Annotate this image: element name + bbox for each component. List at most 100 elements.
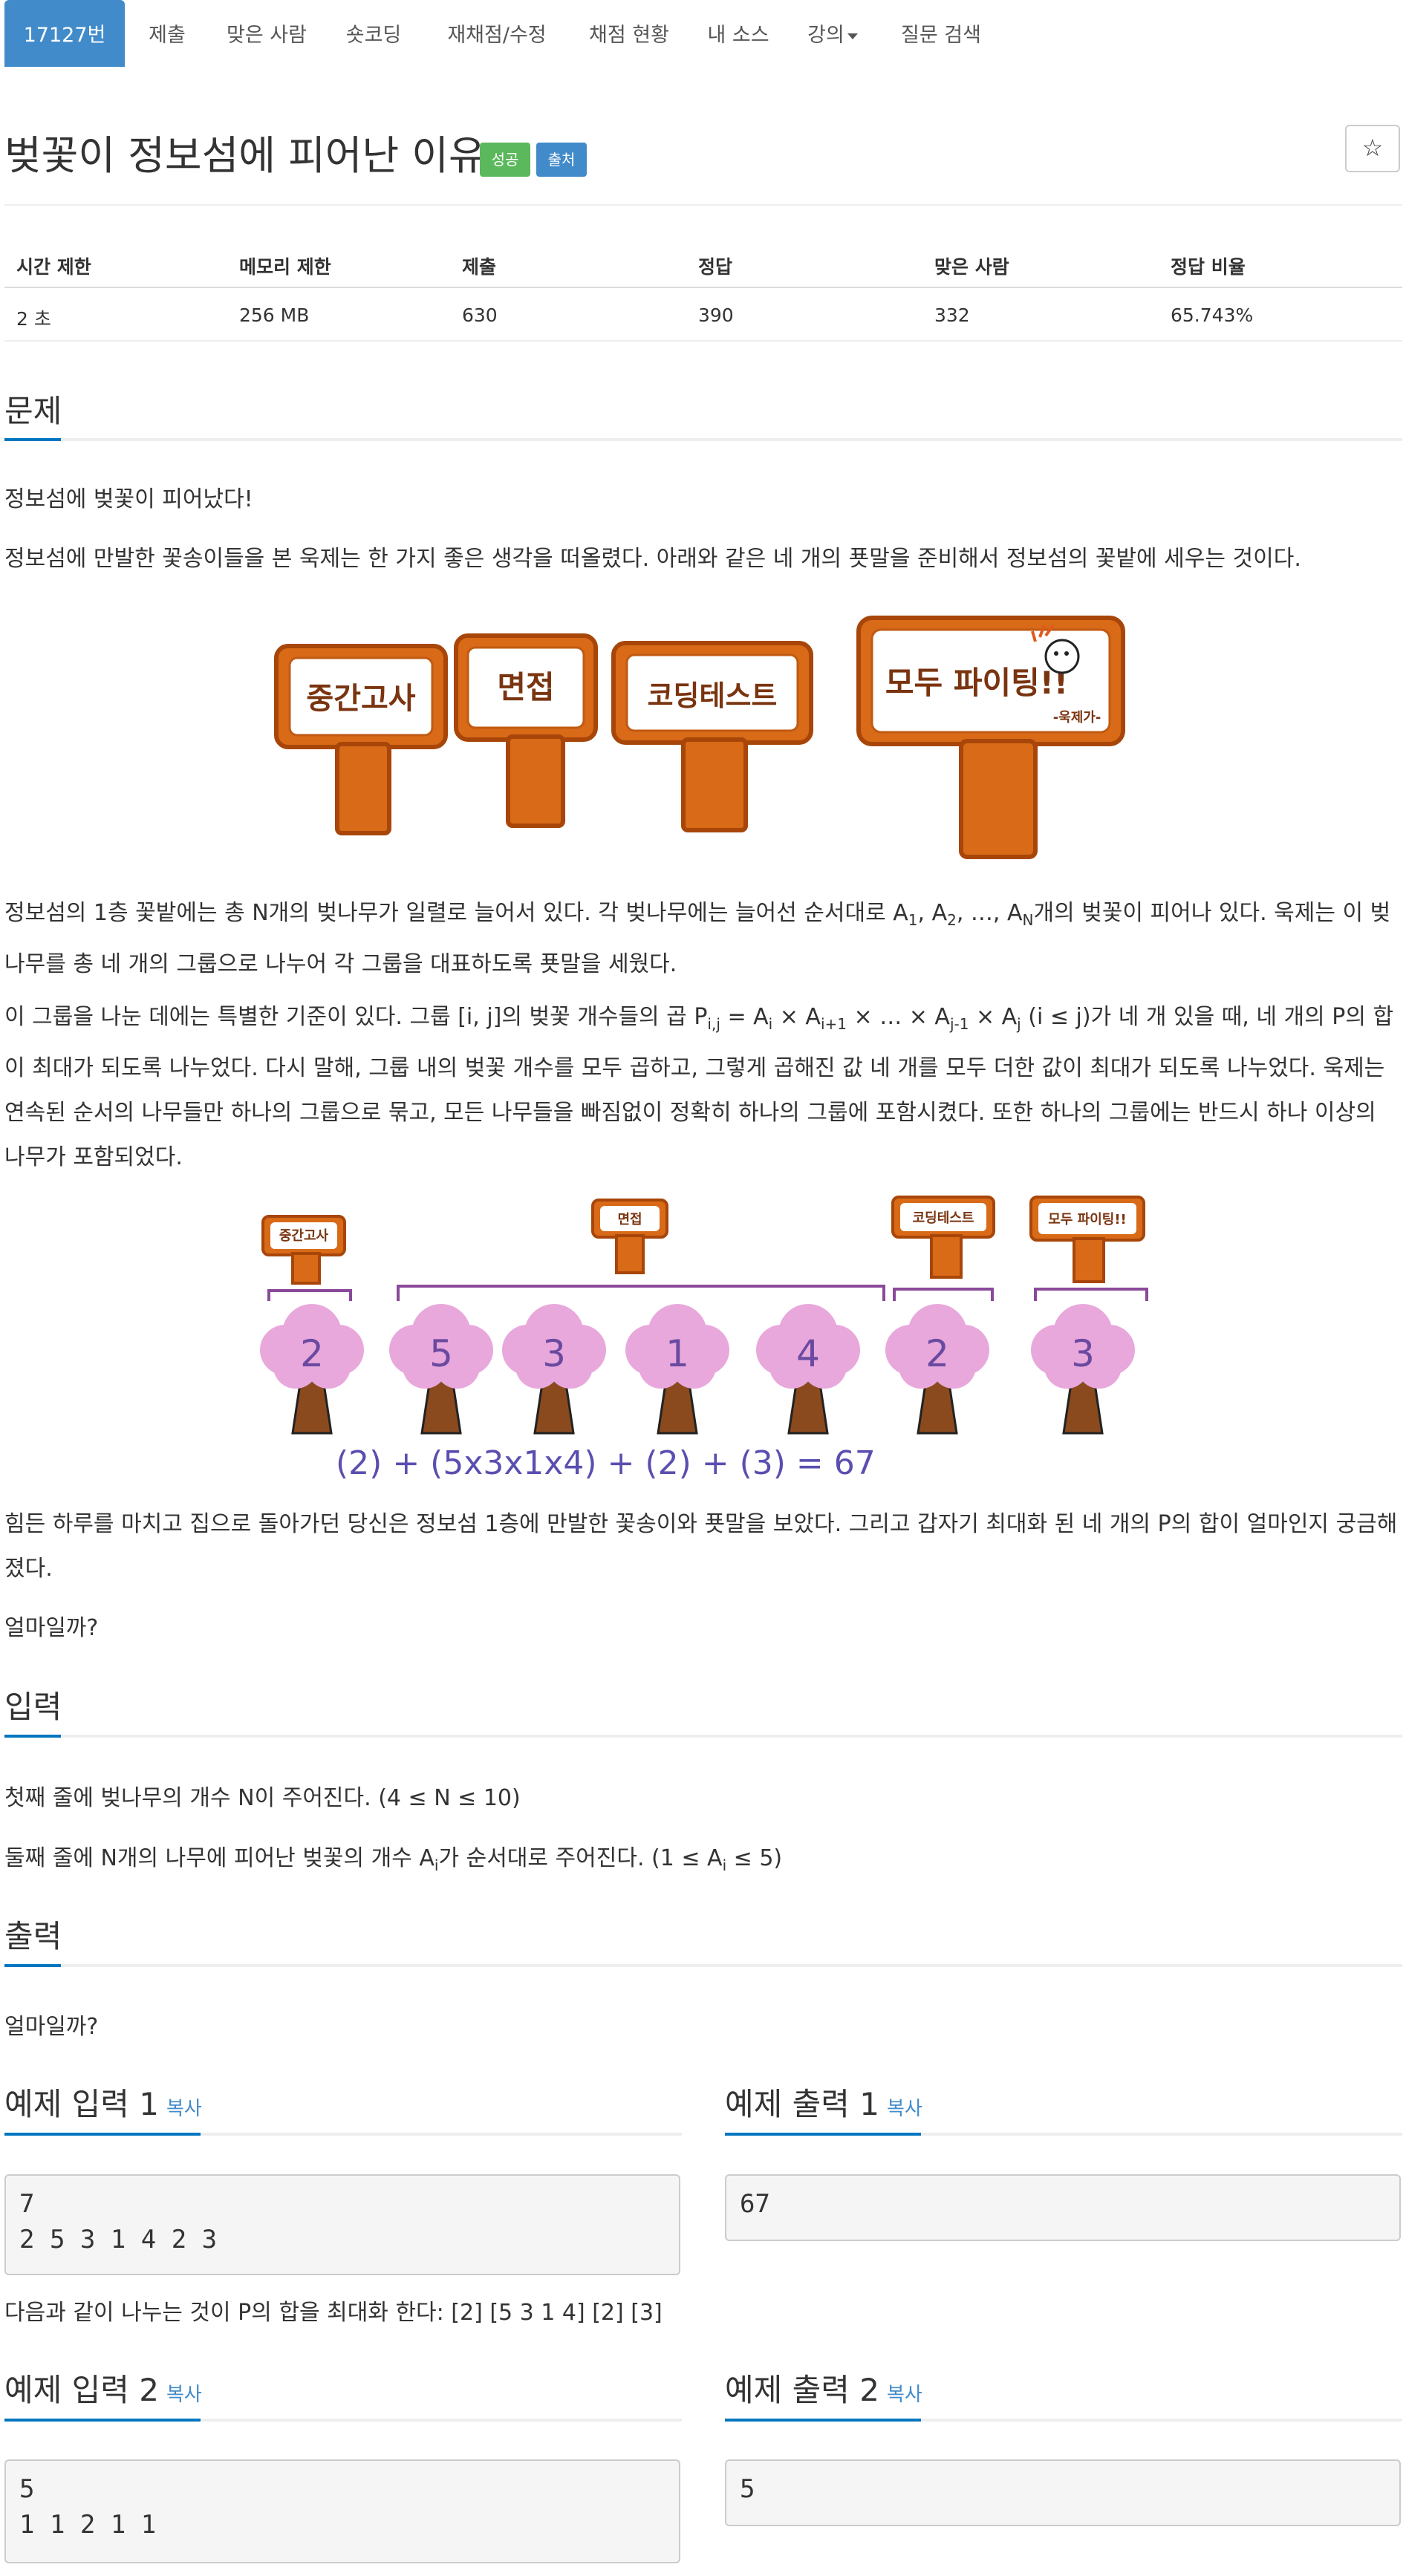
output-heading: 출력 — [4, 1918, 62, 1954]
output-text: 얼마일까? — [4, 2014, 99, 2040]
cherry-tree: 3 — [1031, 1304, 1135, 1435]
input-line-2: 둘째 줄에 N개의 나무에 피어난 벚꽃의 개수 Ai가 순서대로 주어진다. … — [4, 1845, 783, 1874]
stats-header-time: 시간 제한 — [16, 256, 91, 278]
problem-paragraph-3: 정보섬의 1층 꽃밭에는 총 N개의 벚나무가 일렬로 늘어서 있다. 각 벚나… — [4, 900, 1391, 977]
input-heading: 입력 — [4, 1689, 62, 1725]
sample-input-1-box[interactable]: 7 2 5 3 1 4 2 3 — [4, 2174, 680, 2275]
problem-paragraph-4: 이 그룹을 나눈 데에는 특별한 기준이 있다. 그룹 [i, j]의 벚꽃 개… — [4, 1004, 1394, 1170]
small-sign-coding-test: 코딩테스트 — [913, 1210, 974, 1226]
sample-input-2-accent — [4, 2419, 201, 2422]
tree-blossom-count: 2 — [300, 1332, 324, 1375]
star-icon: ☆ — [1361, 134, 1384, 162]
tree-blossom-count: 5 — [429, 1332, 453, 1375]
problem-heading-accent — [4, 438, 61, 441]
cherry-tree: 1 — [625, 1304, 729, 1435]
sample-input-2-box[interactable]: 5 1 1 2 1 1 — [4, 2459, 680, 2563]
title-divider — [4, 204, 1402, 206]
problem-paragraph-5: 힘든 하루를 마치고 집으로 돌아가던 당신은 정보섬 1층에 만발한 꽃송이와… — [4, 1511, 1398, 1582]
copy-sample-output-1-button[interactable]: 복사 — [887, 2098, 922, 2120]
stats-divider — [4, 287, 1402, 288]
tab-accepted[interactable]: 맞은 사람 — [214, 0, 319, 67]
star-button[interactable]: ☆ — [1345, 125, 1400, 172]
tab-submit[interactable]: 제출 — [129, 0, 205, 67]
stats-header-correct: 정답 — [698, 256, 733, 278]
input-line-1: 첫째 줄에 벚나무의 개수 N이 주어진다. (4 ≤ N ≤ 10) — [4, 1785, 521, 1811]
stats-solvers: 332 — [934, 304, 970, 326]
stats-time: 2 초 — [16, 308, 51, 330]
stats-bottom-divider — [4, 340, 1402, 342]
tab-question-search[interactable]: 질문 검색 — [885, 0, 997, 67]
problem-paragraph-3-start: 정보섬의 1층 꽃밭에는 총 N개의 벚나무가 일렬로 늘어서 있다. 각 벚나… — [4, 900, 908, 926]
sign-coding-test: 코딩테스트 — [648, 679, 778, 712]
trees-illustration: 중간고사 면접 코딩테스트 모두 파이팅!! 2 5 3 1 4 2 3 (2) + (5x… — [260, 1196, 1148, 1482]
sample-input-2-heading: 예제 입력 2 복사 — [4, 2365, 202, 2410]
problem-paragraph-4-start: 이 그룹을 나눈 데에는 특별한 기준이 있다. 그룹 [i, j]의 벚꽃 개… — [4, 1004, 708, 1030]
copy-sample-input-1-button[interactable]: 복사 — [166, 2098, 202, 2120]
problem-nav: 17127번 제출 맞은 사람 숏코딩 재채점/수정 채점 현황 내 소스 강의… — [4, 0, 1402, 68]
cherry-tree: 4 — [756, 1304, 860, 1435]
tree-blossom-count: 3 — [1071, 1332, 1095, 1375]
output-heading-line — [4, 1964, 1402, 1967]
sample-output-2-heading: 예제 출력 2 복사 — [725, 2365, 922, 2410]
input-heading-accent — [4, 1735, 61, 1738]
tree-blossom-count: 4 — [796, 1332, 820, 1375]
stats-header-submit: 제출 — [462, 256, 497, 278]
tab-my-source[interactable]: 내 소스 — [694, 0, 783, 67]
small-sign-interview: 면접 — [617, 1212, 642, 1227]
sample-input-2-title: 예제 입력 2 — [4, 2372, 159, 2408]
tab-problem-number[interactable]: 17127번 — [4, 0, 125, 67]
tab-lecture[interactable]: 강의 — [795, 0, 870, 67]
problem-paragraph-1: 정보섬에 벚꽃이 피어났다! — [4, 486, 253, 512]
stats-correct: 390 — [698, 304, 734, 326]
source-badge[interactable]: 출처 — [536, 143, 587, 177]
copy-sample-output-2-button[interactable]: 복사 — [887, 2384, 922, 2406]
input-line-2-a: 둘째 줄에 N개의 나무에 피어난 벚꽃의 개수 A — [4, 1845, 435, 1871]
sample-output-2-accent — [725, 2419, 921, 2422]
sign-author: -욱제가- — [1053, 710, 1101, 725]
cherry-tree: 2 — [885, 1304, 989, 1435]
output-heading-accent — [4, 1964, 61, 1967]
small-sign-fighting: 모두 파이팅!! — [1048, 1212, 1126, 1227]
sample-output-1-heading: 예제 출력 1 복사 — [725, 2079, 922, 2125]
stats-submit: 630 — [462, 304, 498, 326]
stats-memory: 256 MB — [239, 304, 310, 326]
tree-blossom-count: 3 — [542, 1332, 566, 1375]
caret-down-icon — [847, 33, 858, 39]
sample-input-1-heading: 예제 입력 1 복사 — [4, 2079, 202, 2125]
sample-output-2-title: 예제 출력 2 — [725, 2372, 879, 2408]
sample-output-2-box[interactable]: 5 — [725, 2459, 1401, 2526]
input-heading-line — [4, 1735, 1402, 1738]
tree-blossom-count: 1 — [665, 1332, 689, 1375]
small-sign-midterm: 중간고사 — [279, 1228, 329, 1244]
tab-lecture-label: 강의 — [807, 24, 844, 47]
cherry-tree: 5 — [389, 1304, 493, 1435]
cherry-tree: 3 — [502, 1304, 606, 1435]
sample-output-1-box[interactable]: 67 — [725, 2174, 1401, 2241]
signs-illustration: 중간고사 면접 코딩테스트 모두 파이팅!! -욱제가- — [274, 616, 1125, 859]
success-badge: 성공 — [480, 143, 530, 177]
stats-header-solvers: 맞은 사람 — [934, 256, 1009, 278]
sign-midterm: 중간고사 — [306, 682, 415, 716]
trees-group: 2 5 3 1 4 2 3 — [260, 1304, 1135, 1435]
tab-rejudge[interactable]: 재채점/수정 — [429, 0, 564, 67]
sign-interview: 면접 — [497, 669, 554, 705]
input-line-2-b: 가 순서대로 주어진다. (1 ≤ A — [438, 1845, 723, 1871]
tree-blossom-count: 2 — [925, 1332, 949, 1375]
copy-sample-input-2-button[interactable]: 복사 — [166, 2384, 202, 2406]
problem-heading: 문제 — [4, 393, 62, 429]
cherry-tree: 2 — [260, 1304, 364, 1435]
problem-paragraph-2: 정보섬에 만발한 꽃송이들을 본 욱제는 한 가지 좋은 생각을 떠올렸다. 아… — [4, 546, 1301, 572]
sample-1-note: 다음과 같이 나누는 것이 P의 합을 최대화 한다: [2] [5 3 1 4… — [4, 2300, 663, 2326]
input-line-2-c: ≤ 5) — [726, 1845, 783, 1871]
sample-input-1-accent — [4, 2133, 201, 2136]
sign-fighting: 모두 파이팅!! — [885, 665, 1068, 701]
sample-input-1-title: 예제 입력 1 — [4, 2086, 159, 2122]
problem-paragraph-6: 얼마일까? — [4, 1615, 99, 1641]
problem-heading-line — [4, 438, 1402, 441]
page-title: 벚꽃이 정보섬에 피어난 이유 — [4, 132, 486, 179]
formula-text: (2) + (5x3x1x4) + (2) + (3) = 67 — [336, 1444, 876, 1482]
tab-short-coding[interactable]: 숏코딩 — [328, 0, 419, 67]
stats-header-memory: 메모리 제한 — [239, 256, 331, 278]
stats-header-ratio: 정답 비율 — [1171, 256, 1246, 278]
tab-status[interactable]: 채점 현황 — [573, 0, 685, 67]
